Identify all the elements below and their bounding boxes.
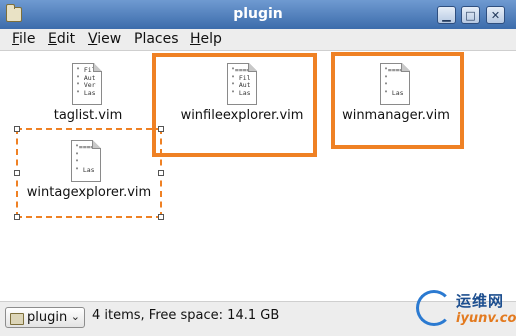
- menu-places[interactable]: Places: [134, 31, 179, 47]
- watermark-logo-icon: [416, 290, 452, 326]
- selection-handle[interactable]: [158, 214, 164, 220]
- menu-view[interactable]: View: [88, 31, 121, 47]
- maximize-button[interactable]: □: [461, 6, 480, 24]
- text-file-icon[interactable]: "==== " Fil " Aut " Las: [227, 63, 257, 105]
- file-name-taglist[interactable]: taglist.vim: [40, 108, 136, 123]
- file-name-winfileexplorer[interactable]: winfileexplorer.vim: [172, 108, 312, 123]
- chevron-down-icon: ⌄: [70, 310, 80, 323]
- minimize-icon: ▁: [442, 8, 451, 22]
- menu-bar: File Edit View Places Help: [0, 29, 516, 51]
- selection-handle[interactable]: [14, 126, 20, 132]
- menu-help[interactable]: Help: [190, 31, 222, 47]
- selection-handle[interactable]: [158, 126, 164, 132]
- text-file-icon[interactable]: "==== " " " Las: [380, 63, 410, 105]
- watermark-url: iyunv.com: [456, 311, 516, 326]
- file-icon-view[interactable]: " Fil " Aut " Ver " Las taglist.vim "===…: [0, 51, 516, 301]
- file-name-wintagexplorer[interactable]: wintagexplorer.vim: [18, 185, 160, 200]
- title-bar[interactable]: plugin ▁ □ ✕: [0, 0, 516, 30]
- file-name-winmanager[interactable]: winmanager.vim: [336, 108, 456, 123]
- folder-icon: [10, 313, 24, 325]
- maximize-icon: □: [465, 8, 476, 22]
- minimize-button[interactable]: ▁: [437, 6, 456, 24]
- text-file-icon[interactable]: " Fil " Aut " Ver " Las: [72, 63, 102, 105]
- close-icon: ✕: [490, 8, 501, 22]
- close-button[interactable]: ✕: [486, 6, 505, 24]
- location-label: plugin: [27, 310, 68, 325]
- location-dropdown[interactable]: plugin ⌄: [5, 307, 85, 328]
- watermark: 运维网 iyunv.com: [412, 286, 516, 335]
- status-info: 4 items, Free space: 14.1 GB: [92, 308, 280, 323]
- selection-handle[interactable]: [158, 170, 164, 176]
- text-file-icon[interactable]: "==== " " " Las: [71, 140, 101, 182]
- watermark-brand: 运维网: [456, 292, 505, 310]
- selection-handle[interactable]: [14, 170, 20, 176]
- menu-file[interactable]: File: [12, 31, 35, 47]
- selection-handle[interactable]: [14, 214, 20, 220]
- menu-edit[interactable]: Edit: [48, 31, 75, 47]
